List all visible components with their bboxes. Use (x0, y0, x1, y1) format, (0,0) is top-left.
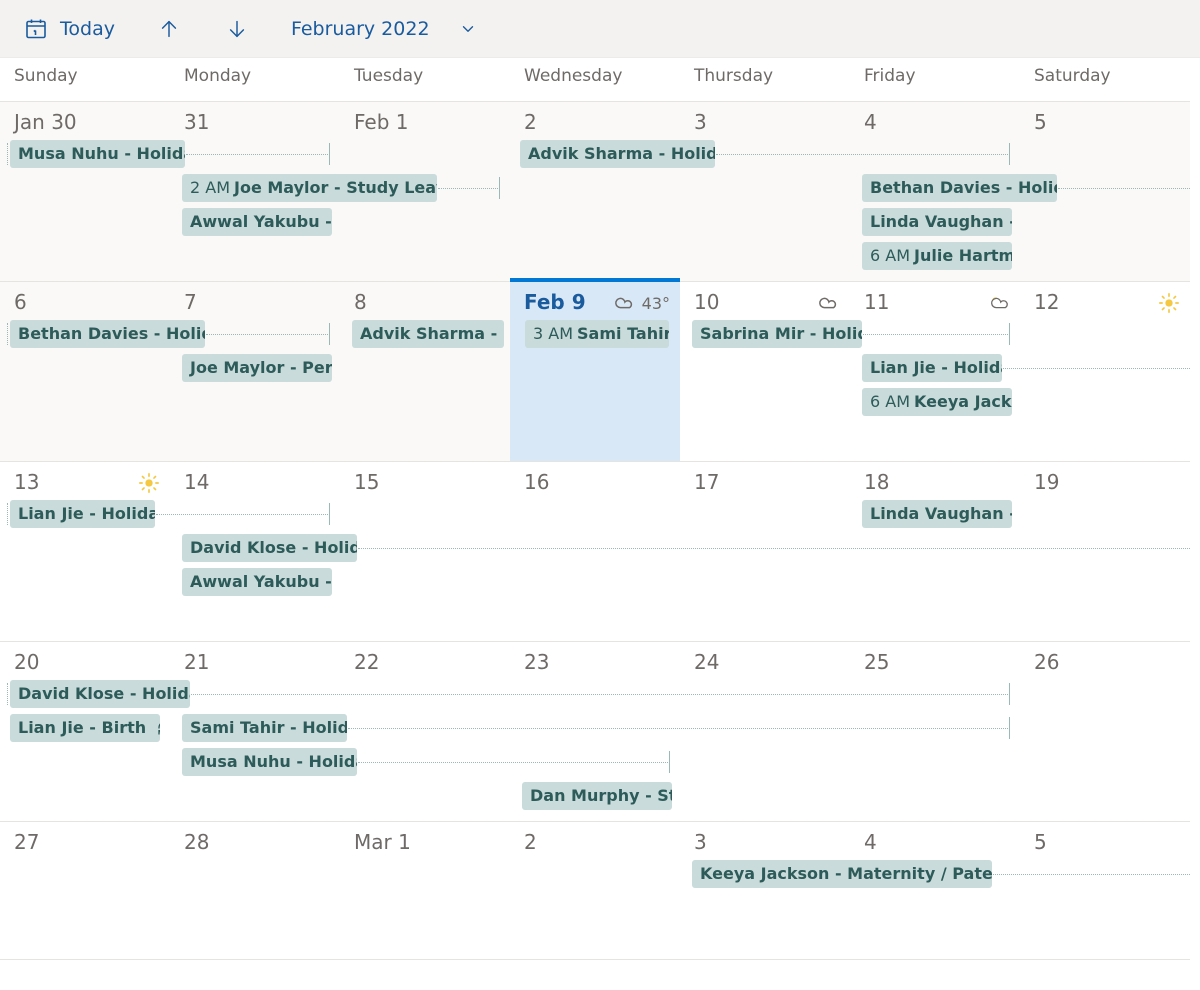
dow-label: Saturday (1020, 58, 1190, 101)
calendar-day[interactable]: 12 (1020, 282, 1190, 461)
calendar-day[interactable]: 10 (680, 282, 850, 461)
event-lian-birth[interactable]: Lian Jie - Birth (10, 714, 160, 742)
dow-label: Friday (850, 58, 1020, 101)
event-linda[interactable]: Linda Vaughan - T (862, 208, 1012, 236)
sun-icon (1158, 292, 1180, 314)
calendar-day[interactable]: 3 (680, 822, 850, 959)
event-dan[interactable]: Dan Murphy - Stu (522, 782, 672, 810)
partly-cloudy-icon (988, 292, 1010, 314)
event-keeya-maternity[interactable]: Keeya Jackson - Maternity / Paternity (692, 860, 992, 888)
weather-icon (818, 292, 840, 314)
calendar-day[interactable]: Jan 30 (0, 102, 170, 281)
calendar-day[interactable]: 25 (850, 642, 1020, 821)
calendar-day[interactable]: 15 (340, 462, 510, 641)
event-lian-holiday[interactable]: Lian Jie - Holiday (10, 500, 155, 528)
calendar-day[interactable]: 27 (0, 822, 170, 959)
calendar-day[interactable]: 28 (170, 822, 340, 959)
today-button[interactable]: Today (14, 9, 123, 49)
dow-label: Wednesday (510, 58, 680, 101)
cloud-icon (818, 292, 840, 314)
arrow-down-icon (223, 15, 251, 43)
event-awwal[interactable]: Awwal Yakubu - C (182, 208, 332, 236)
calendar-toolbar: Today February 2022 (0, 0, 1200, 58)
calendar-week-1: 6 7 8 Feb 9 43° 10 11 12 Bethan Davies -… (0, 282, 1190, 462)
weather-today: 43° (614, 292, 670, 314)
calendar-day[interactable]: 6 (0, 282, 170, 461)
calendar-day[interactable]: 8 (340, 282, 510, 461)
event-advik[interactable]: Advik Sharma - Pe (352, 320, 504, 348)
calendar-day[interactable]: 2 (510, 102, 680, 281)
calendar-day[interactable]: 13 (0, 462, 170, 641)
calendar-month-view: Sunday Monday Tuesday Wednesday Thursday… (0, 58, 1200, 990)
calendar-week-4: 27 28 Mar 1 2 3 4 5 Keeya Jackson - Mate… (0, 822, 1190, 960)
calendar-week-0: Jan 30 31 Feb 1 2 3 4 5 Musa Nuhu - Holi… (0, 102, 1190, 282)
event-advik-holiday[interactable]: Advik Sharma - Holiday (520, 140, 715, 168)
event-musa-holiday[interactable]: Musa Nuhu - Holiday (10, 140, 185, 168)
calendar-day[interactable]: 17 (680, 462, 850, 641)
calendar-day[interactable]: 18 (850, 462, 1020, 641)
event-david-holiday[interactable]: David Klose - Holiday (10, 680, 190, 708)
event-keeya[interactable]: 6 AMKeeya Jacks (862, 388, 1012, 416)
calendar-week-3: 20 21 22 23 24 25 26 David Klose - Holid… (0, 642, 1190, 822)
dow-label: Tuesday (340, 58, 510, 101)
event-joe-study[interactable]: 2 AMJoe Maylor - Study Leave (182, 174, 437, 202)
calendar-week-2: 13 14 15 16 17 18 19 Lian Jie - Holiday … (0, 462, 1190, 642)
dow-label: Sunday (0, 58, 170, 101)
dow-label: Thursday (680, 58, 850, 101)
day-of-week-header: Sunday Monday Tuesday Wednesday Thursday… (0, 58, 1190, 102)
chevron-down-icon (454, 15, 482, 43)
recurring-icon (157, 720, 160, 736)
cloud-icon (614, 292, 636, 314)
next-button[interactable] (215, 9, 259, 49)
event-joe-personal[interactable]: Joe Maylor - Perso (182, 354, 332, 382)
event-linda[interactable]: Linda Vaughan - C (862, 500, 1012, 528)
event-bethan-holiday[interactable]: Bethan Davies - Holiday (10, 320, 205, 348)
event-bethan-holiday[interactable]: Bethan Davies - Holiday (862, 174, 1057, 202)
weather-icon (138, 472, 160, 494)
calendar-day[interactable]: 22 (340, 642, 510, 821)
calendar-day[interactable]: 24 (680, 642, 850, 821)
weather-icon (1158, 292, 1180, 314)
event-sami-holiday[interactable]: Sami Tahir - Holiday (182, 714, 347, 742)
calendar-day[interactable]: Mar 1 (340, 822, 510, 959)
calendar-day[interactable]: 19 (1020, 462, 1190, 641)
event-david-holiday[interactable]: David Klose - Holiday (182, 534, 357, 562)
arrow-up-icon (155, 15, 183, 43)
sun-icon (138, 472, 160, 494)
calendar-day[interactable]: 5 (1020, 822, 1190, 959)
month-label: February 2022 (291, 18, 430, 40)
event-lian-holiday[interactable]: Lian Jie - Holiday (862, 354, 1002, 382)
event-sami[interactable]: 3 AMSami Tahir - (525, 320, 669, 348)
event-sabrina-holiday[interactable]: Sabrina Mir - Holiday (692, 320, 862, 348)
calendar-day[interactable]: 2 (510, 822, 680, 959)
calendar-icon (22, 15, 50, 43)
month-picker[interactable]: February 2022 (283, 9, 490, 49)
calendar-weeks: Jan 30 31 Feb 1 2 3 4 5 Musa Nuhu - Holi… (0, 102, 1190, 960)
event-julie[interactable]: 6 AMJulie Hartma (862, 242, 1012, 270)
today-label: Today (60, 18, 115, 40)
weather-icon (988, 292, 1010, 314)
dow-label: Monday (170, 58, 340, 101)
calendar-day-today[interactable]: Feb 9 43° (510, 282, 680, 461)
calendar-day[interactable]: 26 (1020, 642, 1190, 821)
calendar-day[interactable]: 3 (680, 102, 850, 281)
calendar-day[interactable]: 4 (850, 822, 1020, 959)
prev-button[interactable] (147, 9, 191, 49)
calendar-day[interactable]: 16 (510, 462, 680, 641)
event-musa-holiday[interactable]: Musa Nuhu - Holiday (182, 748, 357, 776)
event-awwal[interactable]: Awwal Yakubu - Tr (182, 568, 332, 596)
